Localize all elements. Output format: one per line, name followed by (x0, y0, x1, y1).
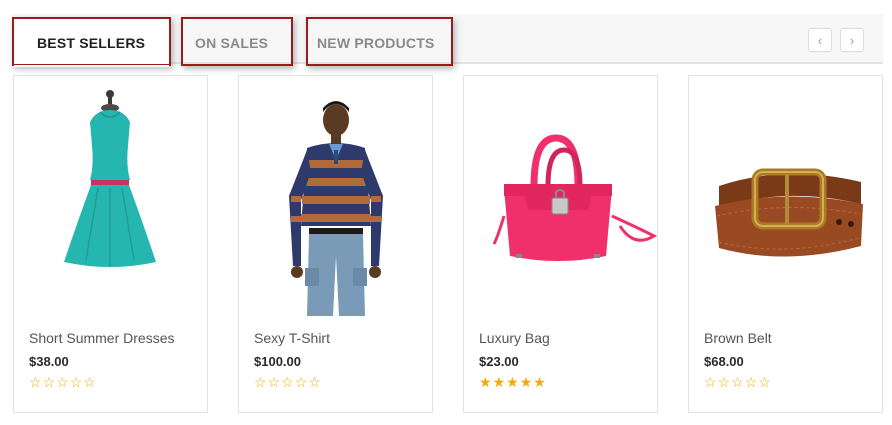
tab-best-sellers[interactable]: BEST SELLERS (12, 17, 171, 67)
chevron-right-icon: › (849, 32, 855, 48)
star-rating: ☆ ☆ ☆ ☆ ☆ (254, 375, 321, 389)
product-tabs-bar: BEST SELLERS ON SALES NEW PRODUCTS ‹ › (12, 14, 883, 67)
star-empty-icon: ☆ (267, 374, 281, 390)
star-rating: ☆ ☆ ☆ ☆ ☆ (704, 375, 771, 389)
star-empty-icon: ☆ (294, 374, 308, 390)
star-filled-icon: ★ (479, 374, 492, 390)
product-card[interactable]: Luxury Bag $23.00 ★ ★ ★ ★ ★ (463, 75, 658, 413)
product-price: $23.00 (479, 354, 519, 369)
carousel-next-button[interactable]: › (840, 28, 864, 52)
dress-image[interactable] (14, 76, 207, 316)
tab-label: BEST SELLERS (37, 34, 146, 51)
brown-belt-image[interactable] (689, 76, 882, 316)
sweater-model-image[interactable] (239, 76, 432, 316)
product-card[interactable]: Brown Belt $68.00 ☆ ☆ ☆ ☆ ☆ (688, 75, 883, 413)
chevron-left-icon: ‹ (817, 32, 823, 48)
product-price: $38.00 (29, 354, 69, 369)
product-card[interactable]: Short Summer Dresses $38.00 ☆ ☆ ☆ ☆ ☆ (13, 75, 208, 413)
carousel-prev-button[interactable]: ‹ (808, 28, 832, 52)
star-empty-icon: ☆ (56, 374, 69, 390)
star-rating: ☆ ☆ ☆ ☆ ☆ (29, 375, 96, 389)
product-name[interactable]: Brown Belt (704, 330, 772, 346)
star-filled-icon: ★ (519, 374, 533, 390)
star-filled-icon: ★ (492, 374, 506, 390)
star-empty-icon: ☆ (731, 374, 744, 390)
star-empty-icon: ☆ (254, 374, 267, 390)
pink-bag-image[interactable] (464, 76, 657, 316)
star-empty-icon: ☆ (83, 374, 96, 390)
star-filled-icon: ★ (533, 374, 546, 390)
star-empty-icon: ☆ (704, 374, 717, 390)
star-empty-icon: ☆ (29, 374, 42, 390)
star-empty-icon: ☆ (42, 374, 56, 390)
tab-new-products[interactable]: NEW PRODUCTS (306, 17, 453, 66)
product-price: $68.00 (704, 354, 744, 369)
product-card[interactable]: Sexy T-Shirt $100.00 ☆ ☆ ☆ ☆ ☆ (238, 75, 433, 413)
star-rating: ★ ★ ★ ★ ★ (479, 375, 546, 389)
product-name[interactable]: Sexy T-Shirt (254, 330, 330, 346)
star-filled-icon: ★ (506, 374, 519, 390)
tab-label: ON SALES (195, 34, 269, 51)
tab-on-sales[interactable]: ON SALES (181, 17, 293, 66)
star-empty-icon: ☆ (281, 374, 294, 390)
tab-label: NEW PRODUCTS (317, 34, 435, 51)
product-price: $100.00 (254, 354, 301, 369)
star-empty-icon: ☆ (69, 374, 83, 390)
star-empty-icon: ☆ (308, 374, 321, 390)
star-empty-icon: ☆ (717, 374, 731, 390)
product-name[interactable]: Luxury Bag (479, 330, 550, 346)
star-empty-icon: ☆ (744, 374, 758, 390)
product-name[interactable]: Short Summer Dresses (29, 330, 174, 346)
star-empty-icon: ☆ (758, 374, 771, 390)
